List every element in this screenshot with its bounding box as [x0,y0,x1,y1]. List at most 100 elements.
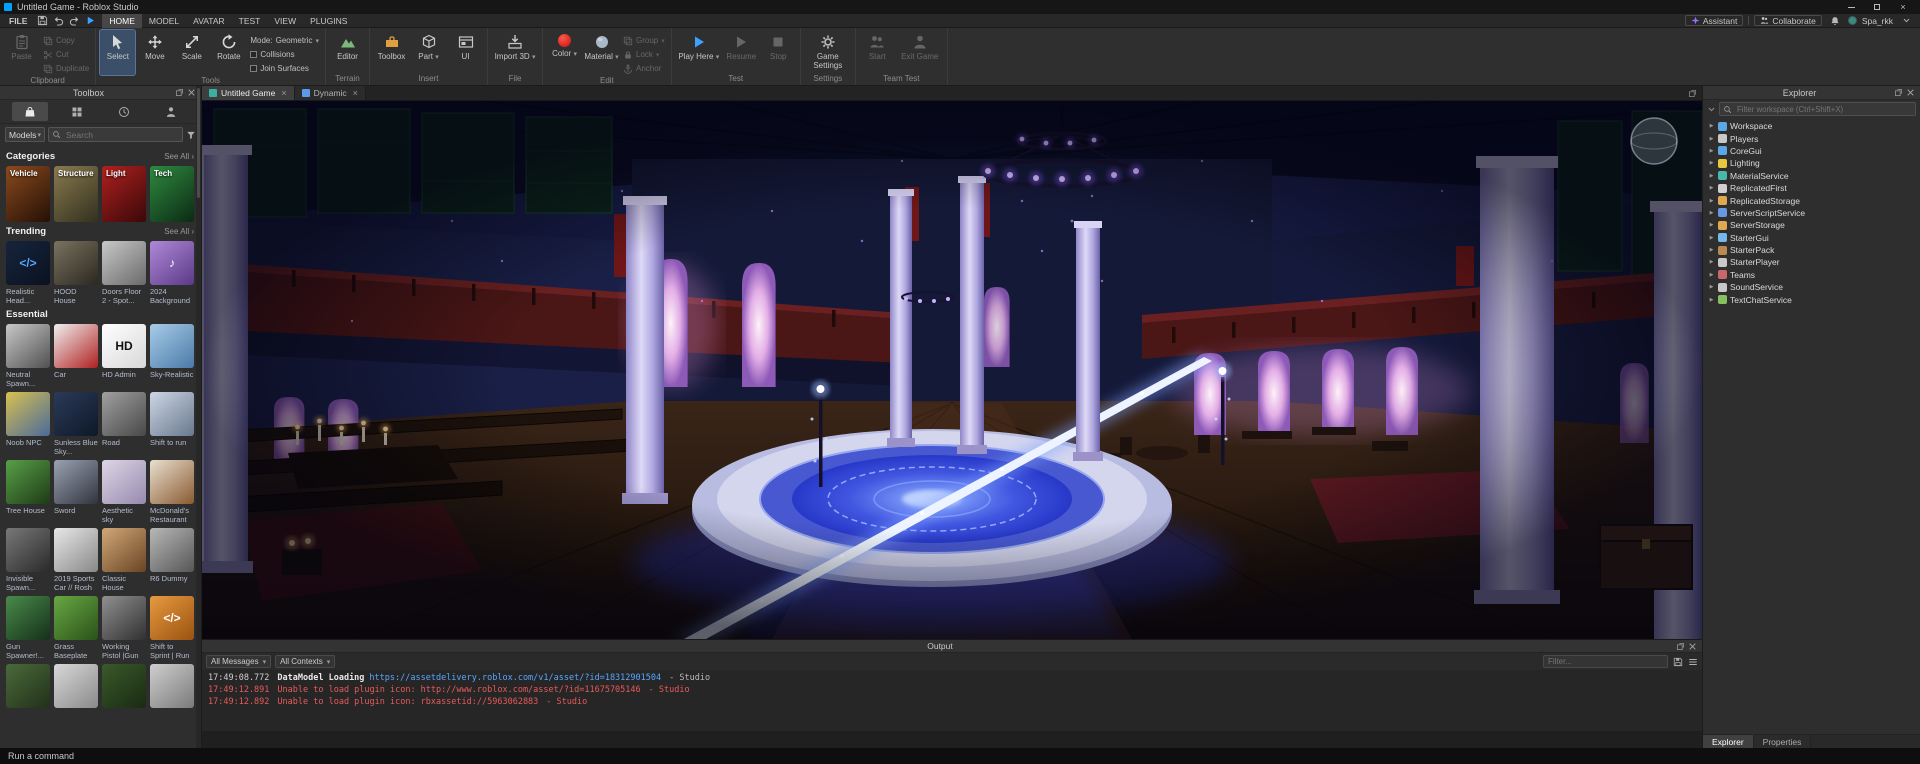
asset-item[interactable]: Sunless Blue Sky... [54,392,98,456]
explorer-tree-item[interactable]: ▶ SoundService [1703,281,1920,293]
asset-item[interactable]: Classic House [102,528,146,592]
viewport[interactable] [202,101,1702,639]
asset-item[interactable]: Shift to run [150,392,194,456]
group-button[interactable]: Group ▾ [621,34,667,47]
save-log-icon[interactable] [1673,657,1683,667]
join-surfaces-checkbox[interactable]: Join Surfaces [248,62,321,75]
explorer-tree-item[interactable]: ▶ StarterPlayer [1703,256,1920,268]
paste-button[interactable]: Paste [4,30,39,75]
expand-arrow-icon[interactable]: ▶ [1708,148,1715,154]
assistant-button[interactable]: Assistant [1684,15,1744,26]
menu-tab[interactable]: HOME [102,13,142,28]
explorer-tree-item[interactable]: ▶ CoreGui [1703,145,1920,157]
ui-button[interactable]: UI [448,30,483,73]
tab-creations[interactable] [153,102,189,121]
explorer-tree-item[interactable]: ▶ Workspace [1703,120,1920,132]
document-tab[interactable]: Dynamic × [294,86,366,100]
collaborate-button[interactable]: Collaborate [1754,15,1822,26]
expand-arrow-icon[interactable]: ▶ [1708,123,1715,129]
log-line[interactable]: 17:49:08.772 DataModel Loading https://ass… [208,672,1696,684]
log-url-link[interactable]: http://www.roblox.com/asset/?id=11675705… [421,685,641,695]
expand-arrow-icon[interactable]: ▶ [1708,284,1715,290]
expand-arrow-icon[interactable]: ▶ [1708,210,1715,216]
material-button[interactable]: Material ▾ [584,30,619,75]
notifications-button[interactable] [1827,14,1843,27]
asset-item[interactable]: Neutral Spawn... [6,324,50,388]
categories-see-all-link[interactable]: See All › [164,152,194,161]
category-tile[interactable]: Light [102,166,146,222]
asset-item[interactable]: Aesthetic sky [102,460,146,524]
menu-tab[interactable]: PLUGINS [303,14,354,28]
viewport-3d-scene[interactable] [202,101,1702,639]
expand-arrow-icon[interactable]: ▶ [1708,235,1715,241]
explorer-tree-item[interactable]: ▶ StarterGui [1703,232,1920,244]
team-test-start-button[interactable]: Start [860,30,895,73]
explorer-tree-item[interactable]: ▶ Lighting [1703,157,1920,169]
exit-game-button[interactable]: Exit Game [897,30,943,73]
filter-funnel-button[interactable] [186,127,196,142]
color-button[interactable]: Color ▾ [547,30,582,75]
asset-item[interactable]: HD HD Admin [102,324,146,388]
move-tool-button[interactable]: Move [137,30,172,75]
asset-item[interactable]: Road [102,392,146,456]
asset-item[interactable]: McDonald's Restaurant [150,460,194,524]
messages-filter-dropdown[interactable]: All Messages ▾ [206,655,272,668]
redo-button[interactable] [66,14,82,27]
select-tool-button[interactable]: Select [99,29,137,76]
explorer-tree-item[interactable]: ▶ ReplicatedFirst [1703,182,1920,194]
expand-arrow-icon[interactable]: ▶ [1708,259,1715,265]
search-input[interactable] [64,128,179,141]
log-url-link[interactable]: rbxassetid://5963062883 [421,697,539,707]
asset-item[interactable]: Noob NPC [6,392,50,456]
popout-icon[interactable] [173,87,185,99]
asset-item[interactable]: HOOD House [54,241,98,305]
toolbox-scrollbar[interactable] [196,86,201,748]
explorer-tree-item[interactable]: ▶ StarterPack [1703,244,1920,256]
tab-recent[interactable] [106,102,142,121]
asset-item[interactable]: Tree House [6,460,50,524]
asset-item[interactable]: Car [54,324,98,388]
close-icon[interactable] [1686,640,1698,652]
mode-dropdown[interactable]: Mode: Geometric ▾ [248,34,321,47]
asset-item[interactable]: Sword [54,460,98,524]
command-bar[interactable]: Run a command [8,751,74,761]
part-button[interactable]: Part ▾ [411,30,446,73]
asset-item[interactable]: 2019 Sports Car // Rosh [54,528,98,592]
stop-button[interactable]: Stop [761,30,796,73]
asset-item[interactable]: Sky-Realistic [150,324,194,388]
resume-button[interactable]: Resume [724,30,759,73]
expand-arrow-icon[interactable]: ▶ [1708,173,1715,179]
toolbox-button[interactable]: Toolbox [374,30,409,73]
explorer-tree-item[interactable]: ▶ Players [1703,132,1920,144]
asset-item[interactable]: </> Realistic Head... [6,241,50,305]
chevron-down-icon[interactable] [1707,105,1716,114]
panel-tab[interactable]: Explorer [1703,735,1754,748]
import-3d-button[interactable]: Import 3D ▾ [492,30,538,73]
user-avatar[interactable] [1847,16,1857,25]
document-tab[interactable]: Untitled Game × [202,86,295,100]
trending-see-all-link[interactable]: See All › [164,227,194,236]
asset-item[interactable] [150,664,194,728]
contexts-filter-dropdown[interactable]: All Contexts ▾ [275,655,336,668]
scale-tool-button[interactable]: Scale [174,30,209,75]
game-settings-button[interactable]: Game Settings [805,30,851,73]
asset-item[interactable]: Gun Spawner!... [6,596,50,660]
explorer-tree-item[interactable]: ▶ Teams [1703,269,1920,281]
save-button[interactable] [34,14,50,27]
expand-arrow-icon[interactable]: ▶ [1708,136,1715,142]
asset-item[interactable] [102,664,146,728]
asset-item[interactable]: </> Shift to Sprint | Run [150,596,194,660]
copy-button[interactable]: Copy [41,34,91,47]
category-tile[interactable]: Tech [150,166,194,222]
explorer-tree-item[interactable]: ▶ ServerStorage [1703,219,1920,231]
explorer-tree-item[interactable]: ▶ MaterialService [1703,170,1920,182]
asset-item[interactable]: R6 Dummy [150,528,194,592]
menu-tab[interactable]: VIEW [267,14,303,28]
menu-tab[interactable]: AVATAR [186,14,232,28]
rotate-tool-button[interactable]: Rotate [211,30,246,75]
asset-item[interactable]: Invisible Spawn... [6,528,50,592]
asset-item[interactable]: Working Pistol |Gun [102,596,146,660]
quick-play-button[interactable] [82,14,98,27]
category-tile[interactable]: Structure [54,166,98,222]
popout-icon[interactable] [1674,640,1686,652]
